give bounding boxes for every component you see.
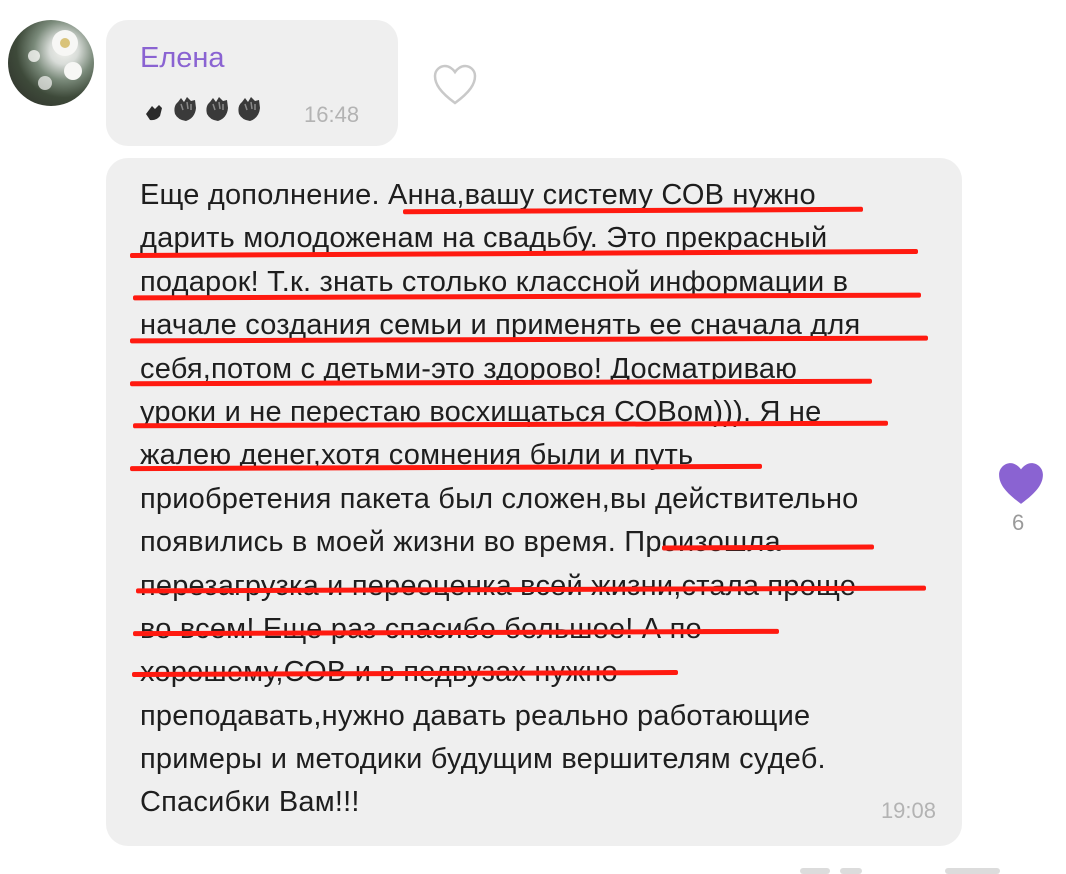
hand-icon [146, 105, 162, 121]
message-line: появились в моей жизни во время. Произош… [140, 526, 781, 559]
message-time: 19:08 [880, 798, 936, 823]
partial-next-message [840, 868, 862, 874]
message-line: Спасибки Вам!!! [140, 786, 360, 819]
like-count: 6 [1012, 510, 1025, 535]
message-time: 16:48 [304, 102, 360, 127]
liked-heart-icon[interactable] [997, 462, 1045, 506]
hand-icon [174, 97, 196, 121]
message-bubble[interactable]: Еще дополнение. Анна,вашу систему СОВ ну… [106, 158, 962, 846]
avatar[interactable] [8, 20, 94, 106]
message-line: жалею денег,хотя сомнения были и путь [140, 439, 694, 472]
message-line: преподавать,нужно давать реально работаю… [140, 699, 811, 732]
message-line: приобретения пакета был сложен,вы действ… [140, 482, 859, 515]
hand-icon [238, 97, 260, 121]
partial-next-message [945, 868, 1000, 874]
message-bubble[interactable]: Елена 16:48 [106, 20, 398, 146]
partial-next-message [800, 868, 830, 874]
sender-name[interactable]: Елена [140, 42, 225, 75]
message-line: примеры и методики будущим вершителям су… [140, 743, 826, 776]
like-heart-icon[interactable] [432, 64, 478, 106]
message-text: Еще дополнение. Анна,вашу систему СОВ ну… [140, 174, 940, 825]
emoji-row [142, 94, 272, 134]
hand-icon [206, 97, 228, 121]
